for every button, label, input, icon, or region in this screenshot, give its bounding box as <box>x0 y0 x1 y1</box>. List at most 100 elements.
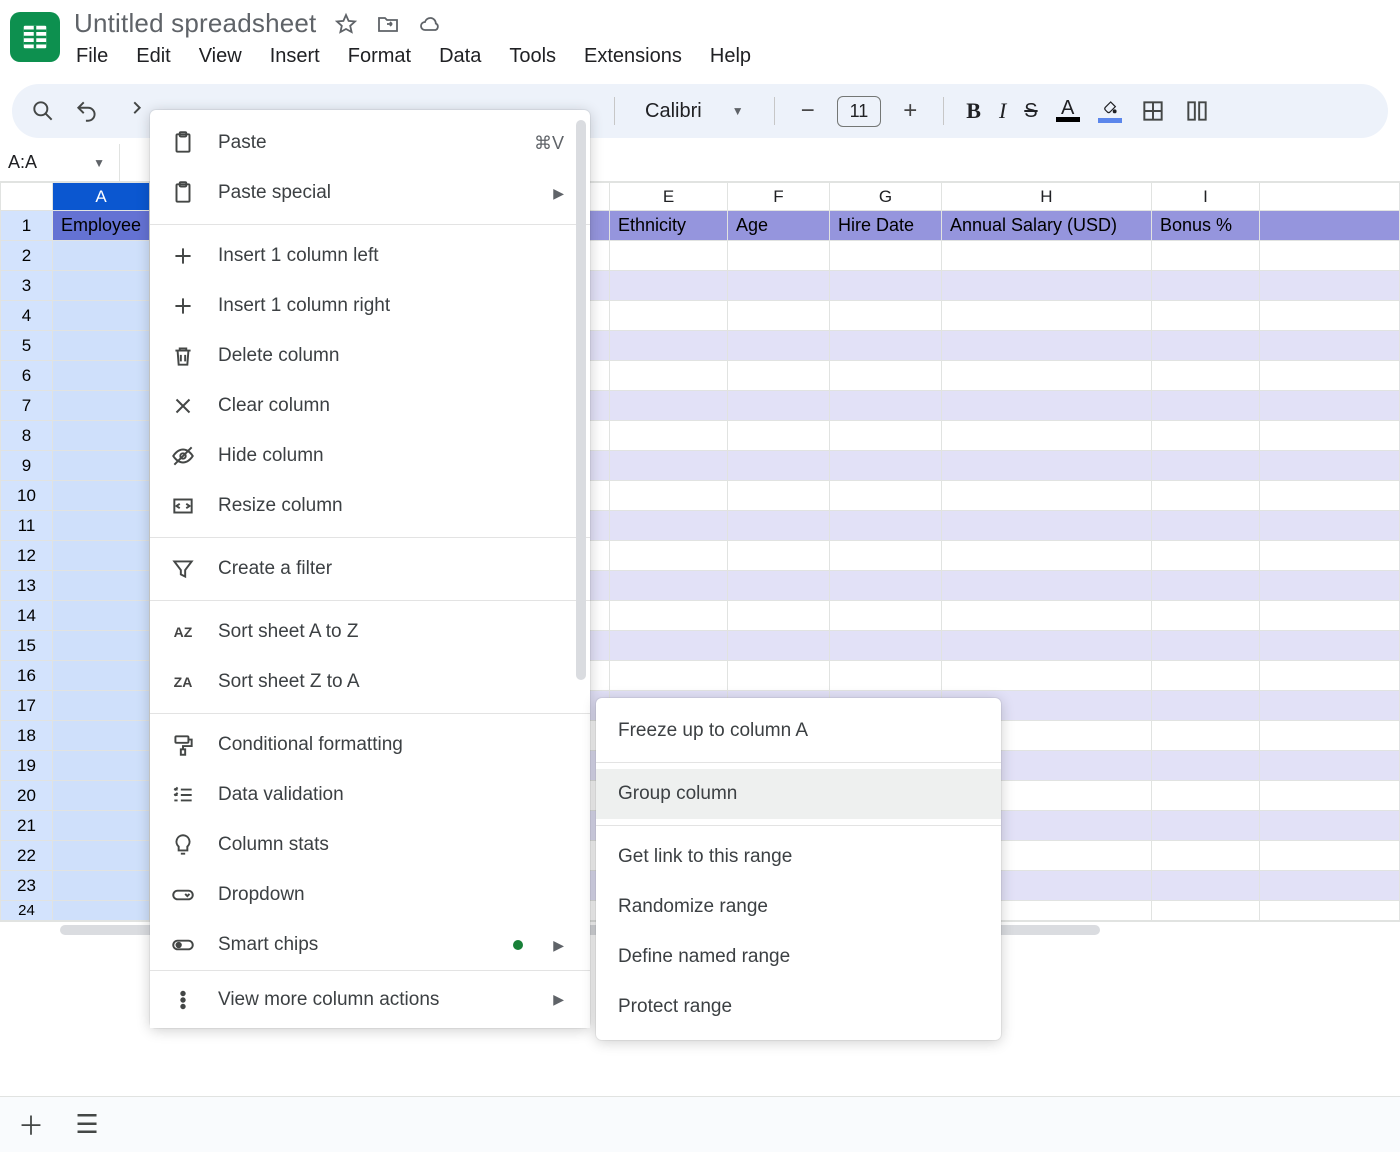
cell-H5[interactable] <box>941 331 1151 361</box>
cell-I5[interactable] <box>1151 331 1259 361</box>
row-header-7[interactable]: 7 <box>1 391 53 421</box>
cell-G15[interactable] <box>829 631 941 661</box>
row-header-13[interactable]: 13 <box>1 571 53 601</box>
row-header-23[interactable]: 23 <box>1 871 53 901</box>
cell-E16[interactable] <box>610 661 728 691</box>
cell-A21[interactable] <box>52 811 149 841</box>
col-header-H[interactable]: H <box>941 183 1151 211</box>
row-header-5[interactable]: 5 <box>1 331 53 361</box>
cell-E8[interactable] <box>610 421 728 451</box>
sheets-logo[interactable] <box>10 12 60 62</box>
cell-A7[interactable] <box>52 391 149 421</box>
cell-H8[interactable] <box>941 421 1151 451</box>
cell-H2[interactable] <box>941 241 1151 271</box>
text-color-button[interactable]: A <box>1056 101 1080 122</box>
cell-I2[interactable] <box>1151 241 1259 271</box>
bold-button[interactable]: B <box>966 98 981 124</box>
font-size-increase[interactable]: + <box>899 97 921 125</box>
row-header-2[interactable]: 2 <box>1 241 53 271</box>
cell-F16[interactable] <box>727 661 829 691</box>
cell-G5[interactable] <box>829 331 941 361</box>
col-header-I[interactable]: I <box>1151 183 1259 211</box>
cell-I21[interactable] <box>1151 811 1259 841</box>
redo-icon[interactable] <box>118 98 144 124</box>
cell-F3[interactable] <box>727 271 829 301</box>
cell-I19[interactable] <box>1151 751 1259 781</box>
cell-I23[interactable] <box>1151 871 1259 901</box>
move-folder-icon[interactable] <box>376 12 400 36</box>
row-header-21[interactable]: 21 <box>1 811 53 841</box>
ctx-clear-column[interactable]: Clear column <box>150 381 590 431</box>
sub-group-column[interactable]: Group column <box>596 769 1001 819</box>
row-header-17[interactable]: 17 <box>1 691 53 721</box>
cell-I1[interactable]: Bonus % <box>1151 211 1259 241</box>
cell-I4[interactable] <box>1151 301 1259 331</box>
cell-H15[interactable] <box>941 631 1151 661</box>
cell-I7[interactable] <box>1151 391 1259 421</box>
cell-A2[interactable] <box>52 241 149 271</box>
row-header-15[interactable]: 15 <box>1 631 53 661</box>
cell-H14[interactable] <box>941 601 1151 631</box>
cell-A18[interactable] <box>52 721 149 751</box>
cell-F9[interactable] <box>727 451 829 481</box>
cell-A11[interactable] <box>52 511 149 541</box>
menu-tools[interactable]: Tools <box>509 45 556 68</box>
cell-F5[interactable] <box>727 331 829 361</box>
cell-I8[interactable] <box>1151 421 1259 451</box>
cell-E7[interactable] <box>610 391 728 421</box>
ctx-paste-special[interactable]: Paste special ▶ <box>150 168 590 218</box>
cell-E6[interactable] <box>610 361 728 391</box>
cell-H13[interactable] <box>941 571 1151 601</box>
font-picker[interactable]: Calibri ▼ <box>637 100 752 123</box>
cell-A23[interactable] <box>52 871 149 901</box>
ctx-view-more-actions[interactable]: View more column actions ▶ <box>150 970 590 1028</box>
row-header-18[interactable]: 18 <box>1 721 53 751</box>
cell-I20[interactable] <box>1151 781 1259 811</box>
cell-A6[interactable] <box>52 361 149 391</box>
row-header-22[interactable]: 22 <box>1 841 53 871</box>
ctx-resize-column[interactable]: Resize column <box>150 481 590 531</box>
row-header-8[interactable]: 8 <box>1 421 53 451</box>
cell-A14[interactable] <box>52 601 149 631</box>
ctx-dropdown[interactable]: Dropdown <box>150 870 590 920</box>
cell-E13[interactable] <box>610 571 728 601</box>
row-header-24[interactable]: 24 <box>1 901 53 921</box>
cell-F11[interactable] <box>727 511 829 541</box>
cell-G1[interactable]: Hire Date <box>829 211 941 241</box>
cell-G3[interactable] <box>829 271 941 301</box>
menu-insert[interactable]: Insert <box>270 45 320 68</box>
menu-data[interactable]: Data <box>439 45 481 68</box>
cell-F13[interactable] <box>727 571 829 601</box>
cell-E9[interactable] <box>610 451 728 481</box>
col-header-A[interactable]: A <box>52 183 149 211</box>
cell-G2[interactable] <box>829 241 941 271</box>
ctx-insert-left[interactable]: Insert 1 column left <box>150 231 590 281</box>
cell-A5[interactable] <box>52 331 149 361</box>
cell-I22[interactable] <box>1151 841 1259 871</box>
row-header-20[interactable]: 20 <box>1 781 53 811</box>
cell-G14[interactable] <box>829 601 941 631</box>
sub-named-range[interactable]: Define named range <box>596 932 1001 982</box>
cell-A16[interactable] <box>52 661 149 691</box>
all-sheets-button[interactable]: ☰ <box>70 1108 104 1142</box>
cell-G12[interactable] <box>829 541 941 571</box>
cell-H1[interactable]: Annual Salary (USD) <box>941 211 1151 241</box>
cell-I14[interactable] <box>1151 601 1259 631</box>
font-size-decrease[interactable]: − <box>797 97 819 125</box>
cell-A13[interactable] <box>52 571 149 601</box>
cell-A1[interactable]: Employee <box>52 211 149 241</box>
cell-E12[interactable] <box>610 541 728 571</box>
cell-A17[interactable] <box>52 691 149 721</box>
cell-A10[interactable] <box>52 481 149 511</box>
col-header-F[interactable]: F <box>727 183 829 211</box>
cell-F14[interactable] <box>727 601 829 631</box>
cell-I6[interactable] <box>1151 361 1259 391</box>
cell-H11[interactable] <box>941 511 1151 541</box>
name-box[interactable]: A:A ▼ <box>0 144 120 181</box>
col-header-overflow[interactable] <box>1259 183 1399 211</box>
row-header-1[interactable]: 1 <box>1 211 53 241</box>
row-header-16[interactable]: 16 <box>1 661 53 691</box>
cell-E1[interactable]: Ethnicity <box>610 211 728 241</box>
cell-E15[interactable] <box>610 631 728 661</box>
ctx-column-stats[interactable]: Column stats <box>150 820 590 870</box>
